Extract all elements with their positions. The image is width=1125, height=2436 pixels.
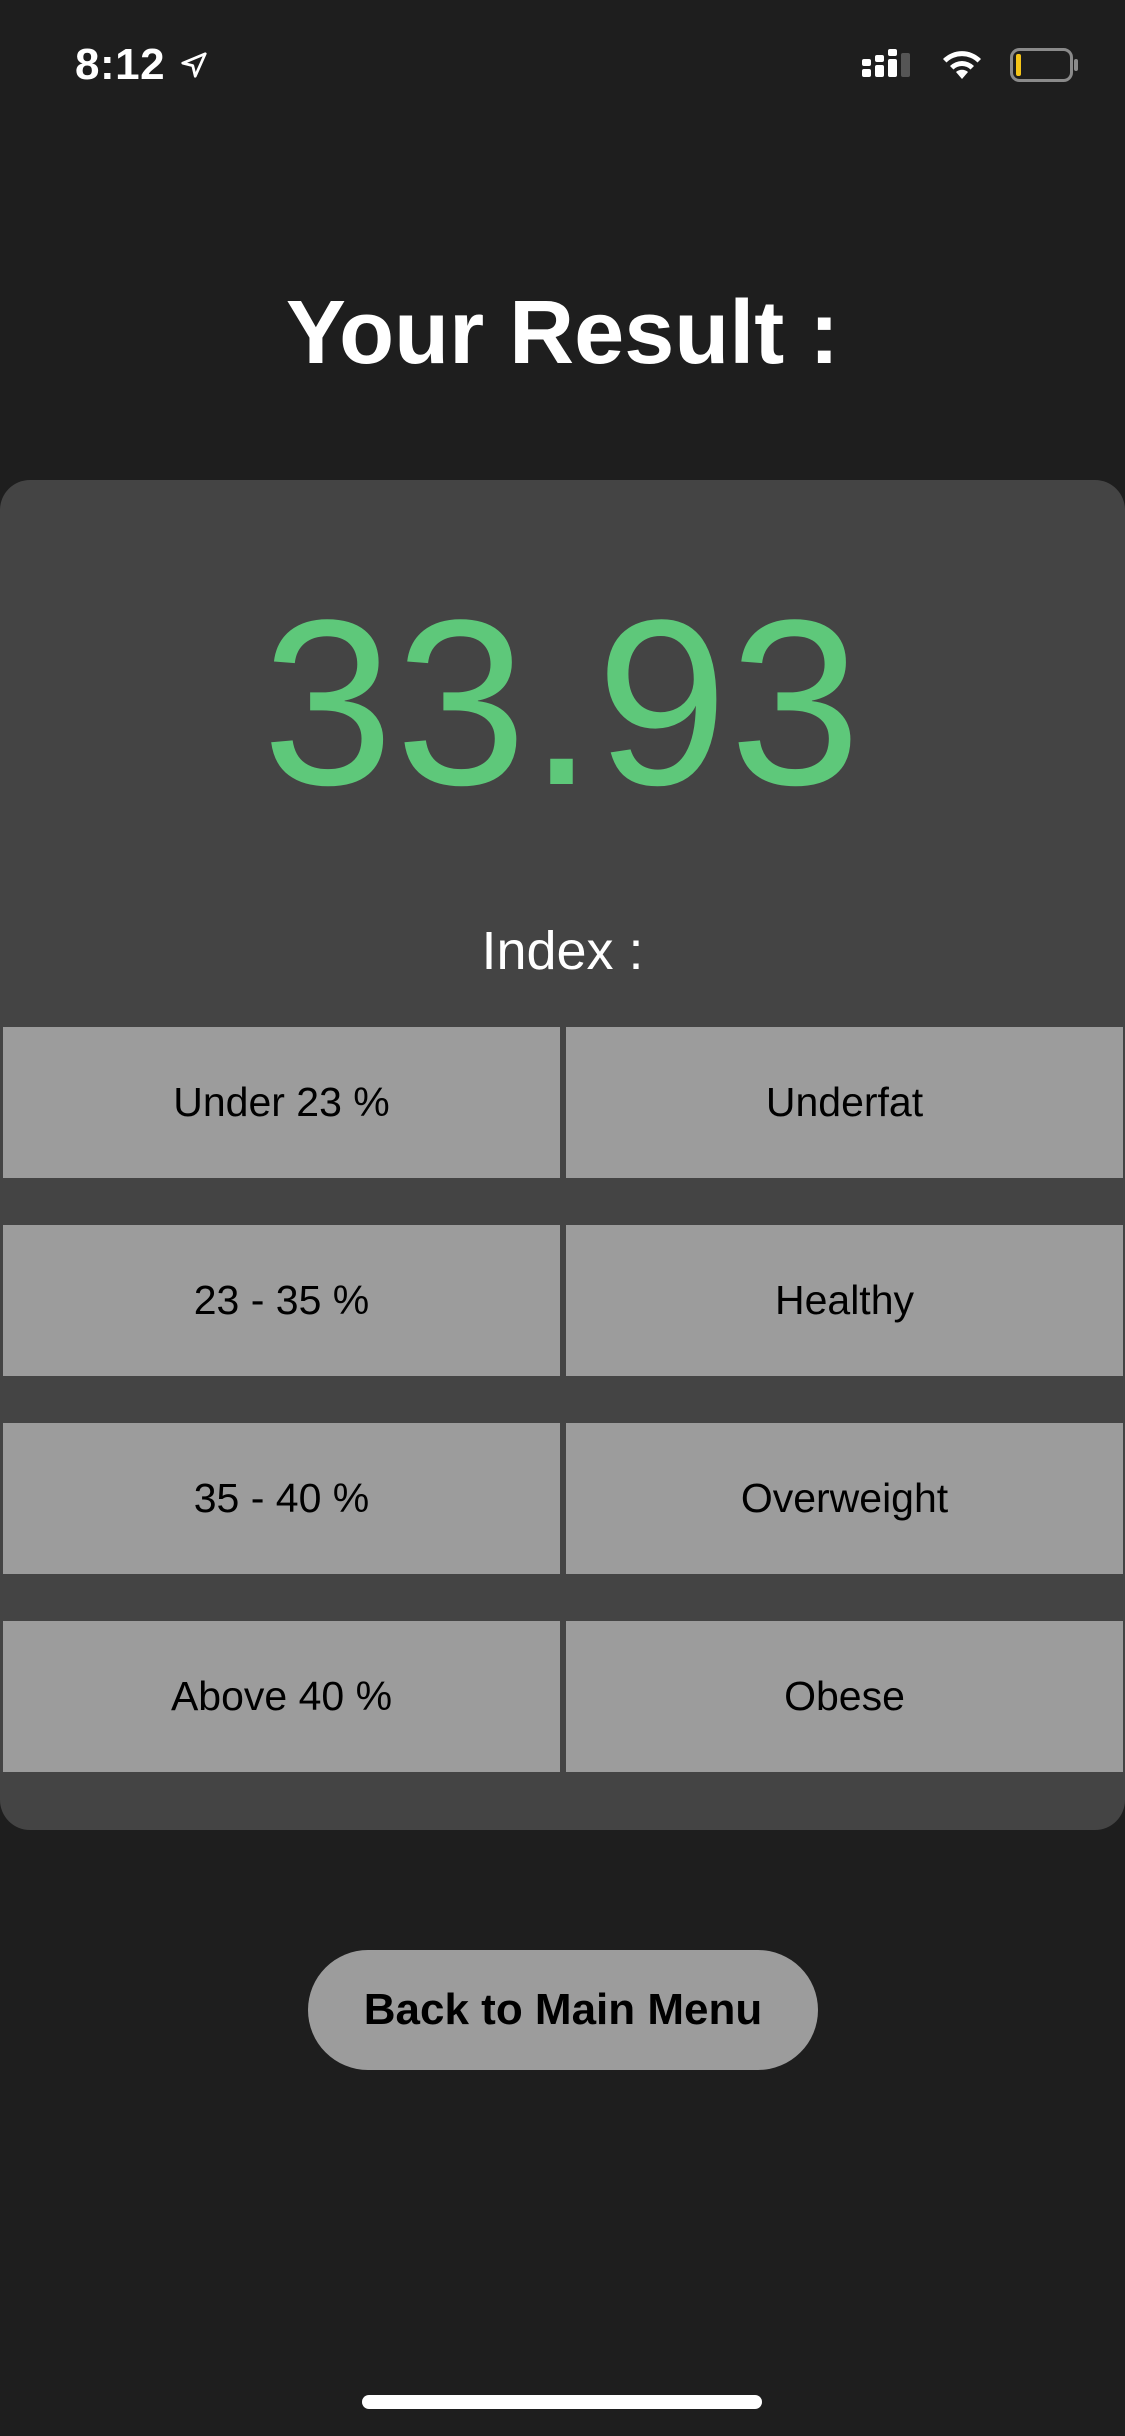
index-range-cell: 35 - 40 %	[3, 1423, 560, 1574]
wifi-icon	[943, 51, 981, 79]
index-category-cell: Healthy	[566, 1225, 1123, 1376]
index-range-cell: 23 - 35 %	[3, 1225, 560, 1376]
index-row-underfat: Under 23 % Underfat	[0, 1027, 1125, 1178]
index-category-cell: Overweight	[566, 1423, 1123, 1574]
result-card: 33.93 Index : Under 23 % Underfat 23 - 3…	[0, 480, 1125, 1830]
index-range-cell: Under 23 %	[3, 1027, 560, 1178]
location-arrow-icon	[181, 52, 207, 78]
battery-low-icon	[1010, 48, 1078, 82]
index-range-cell: Above 40 %	[3, 1621, 560, 1772]
page-title: Your Result :	[285, 283, 840, 383]
result-value: 33.93	[262, 571, 863, 835]
index-row-healthy: 23 - 35 % Healthy	[0, 1225, 1125, 1376]
index-row-overweight: 35 - 40 % Overweight	[0, 1423, 1125, 1574]
cellular-signal-icon	[862, 49, 910, 77]
index-label: Index :	[481, 921, 644, 981]
index-category-cell: Underfat	[566, 1027, 1123, 1178]
home-indicator[interactable]	[362, 2395, 762, 2409]
status-time-text: 8:12	[75, 40, 166, 89]
status-time: 8:12	[75, 40, 209, 90]
status-bar: 8:12	[0, 0, 1125, 140]
index-row-obese: Above 40 % Obese	[0, 1621, 1125, 1772]
back-to-main-menu-button[interactable]: Back to Main Menu	[308, 1950, 818, 2070]
index-category-cell: Obese	[566, 1621, 1123, 1772]
status-indicators	[862, 48, 1080, 82]
